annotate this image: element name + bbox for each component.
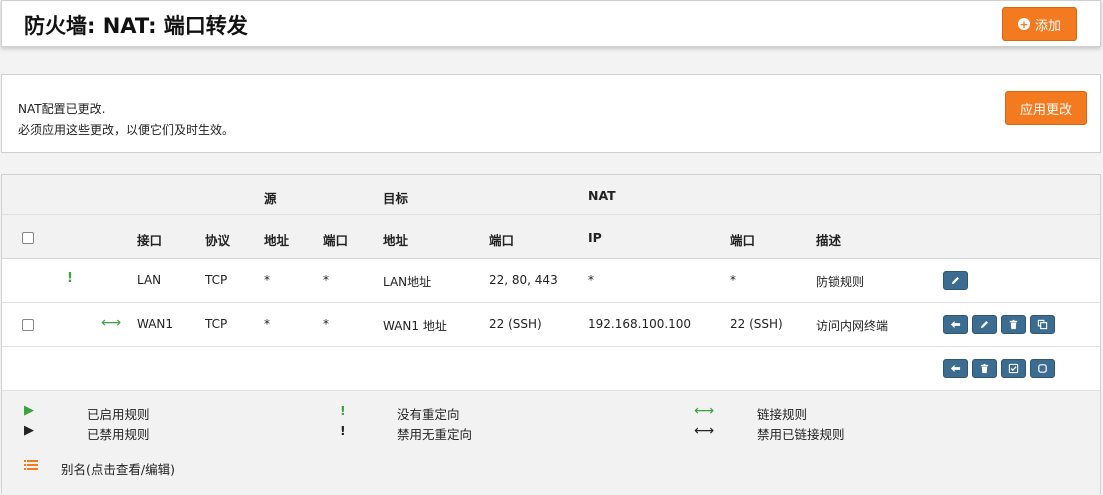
edit-button[interactable]: [972, 315, 997, 334]
legend-alias-hint[interactable]: 别名(点击查看/编辑): [61, 459, 175, 478]
col-dest-port: 端口: [489, 233, 515, 248]
row-checkbox[interactable]: [22, 319, 34, 331]
edit-button[interactable]: [943, 271, 968, 290]
table-group-header: 源 目标 NAT: [2, 175, 1100, 215]
col-source-address: 地址: [264, 233, 290, 248]
table-column-header: 接口 协议 地址 端口 地址 端口 IP 端口 描述: [2, 215, 1100, 259]
legend-linked-rule: 链接规则: [757, 407, 808, 422]
check-square-icon: [1008, 363, 1019, 374]
row-dest-address: LAN地址: [383, 275, 432, 289]
copy-icon: [1037, 319, 1048, 330]
delete-button[interactable]: [1001, 315, 1026, 334]
col-protocol: 协议: [205, 233, 231, 248]
disable-selected-button[interactable]: [1030, 359, 1055, 378]
row-actions: [943, 271, 968, 290]
linked-rule-icon: ⟷: [694, 403, 715, 419]
disabled-no-redirect-icon: !: [340, 423, 346, 438]
pencil-icon: [980, 321, 988, 329]
col-nat-ip: IP: [588, 230, 602, 245]
bulk-actions: [943, 359, 1055, 378]
legend-no-redirect: 没有重定向: [397, 407, 460, 422]
notice-text: NAT配置已更改.: [18, 102, 106, 116]
trash-icon: [980, 363, 989, 374]
select-all-checkbox[interactable]: [22, 232, 34, 244]
arrow-left-icon: [950, 364, 961, 373]
group-source: 源: [264, 191, 277, 206]
apply-changes-button[interactable]: 应用更改: [1005, 91, 1087, 125]
row-actions: [943, 315, 1055, 334]
add-button[interactable]: + 添加: [1002, 7, 1077, 41]
row-source-port: *: [323, 317, 329, 331]
row-nat-port: *: [730, 273, 736, 287]
no-redirect-icon: !: [67, 271, 73, 286]
row-nat-ip: *: [588, 273, 594, 287]
row-description: 访问内网终端: [816, 319, 889, 333]
row-nat-port: 22 (SSH): [730, 317, 783, 331]
row-source-port: *: [323, 273, 329, 287]
move-selected-button[interactable]: [943, 359, 968, 378]
col-source-port: 端口: [323, 233, 349, 248]
row-nat-ip: 192.168.100.100: [588, 317, 692, 331]
move-button[interactable]: [943, 315, 968, 334]
legend-disabled-linked-rule: 禁用已链接规则: [757, 427, 845, 442]
changes-notice: NAT配置已更改. 必须应用这些更改，以便它们及时生效。 应用更改: [1, 74, 1101, 153]
pencil-icon: [951, 277, 959, 285]
add-button-label: 添加: [1034, 18, 1061, 34]
row-dest-port: 22, 80, 443: [489, 273, 558, 287]
group-destination: 目标: [383, 191, 409, 206]
copy-button[interactable]: [1030, 315, 1055, 334]
linked-rule-icon: ⟷: [101, 315, 122, 331]
notice-subtext: 必须应用这些更改，以便它们及时生效。: [18, 123, 235, 137]
row-dest-address: WAN1 地址: [383, 319, 447, 333]
col-nat-port: 端口: [730, 233, 756, 248]
row-dest-port: 22 (SSH): [489, 317, 542, 331]
legend: ▶ 已启用规则 ▶ 已禁用规则 ! 没有重定向 ! 禁用无重定向 ⟷ 链接规则 …: [2, 391, 1100, 495]
delete-selected-button[interactable]: [972, 359, 997, 378]
legend-disabled-rule: 已禁用规则: [87, 427, 150, 442]
trash-icon: [1009, 319, 1018, 330]
col-description: 描述: [816, 233, 842, 248]
row-source-address: *: [264, 273, 270, 287]
port-forward-table: 源 目标 NAT 接口 协议 地址 端口 地址 端口 IP 端口 描述 ! LA…: [1, 174, 1101, 495]
disabled-linked-rule-icon: ⟷: [694, 423, 715, 439]
row-protocol: TCP: [205, 317, 228, 331]
disabled-play-icon: ▶: [24, 423, 34, 438]
col-interface: 接口: [137, 233, 163, 248]
enable-selected-button[interactable]: [1001, 359, 1026, 378]
col-dest-address: 地址: [383, 233, 409, 248]
row-interface: LAN: [137, 273, 162, 287]
legend-disabled-no-redirect: 禁用无重定向: [397, 427, 473, 442]
row-source-address: *: [264, 317, 270, 331]
row-protocol: TCP: [205, 273, 228, 287]
table-row[interactable]: ⟷ WAN1 TCP * * WAN1 地址 22 (SSH) 192.168.…: [2, 303, 1100, 347]
group-nat: NAT: [588, 188, 616, 203]
arrow-left-icon: [950, 320, 961, 329]
enabled-play-icon: ▶: [24, 403, 34, 418]
row-description: 防锁规则: [816, 275, 865, 289]
table-row[interactable]: ! LAN TCP * * LAN地址 22, 80, 443 * * 防锁规则: [2, 259, 1100, 303]
plus-circle-icon: +: [1017, 17, 1030, 31]
row-interface: WAN1: [137, 317, 174, 331]
no-redirect-icon: !: [340, 403, 346, 418]
bulk-actions-row: [2, 347, 1100, 391]
page-title: 防火墙: NAT: 端口转发: [24, 14, 248, 38]
square-icon: [1038, 364, 1047, 373]
page-header: 防火墙: NAT: 端口转发 + 添加: [1, 0, 1101, 47]
list-icon: [24, 459, 38, 474]
legend-enabled-rule: 已启用规则: [87, 407, 150, 422]
